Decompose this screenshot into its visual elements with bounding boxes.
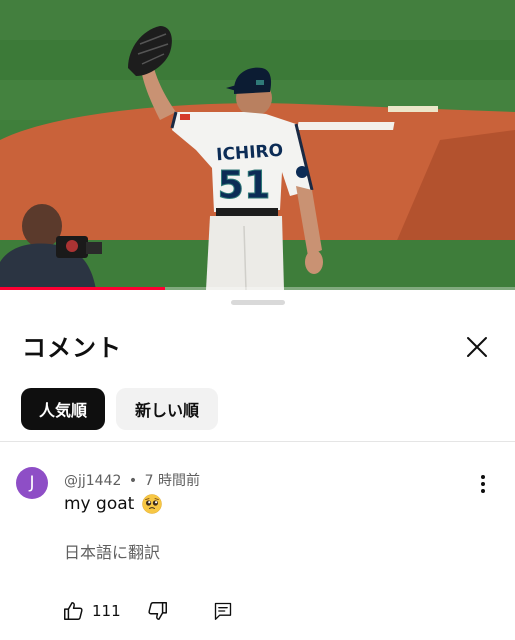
pleading-face-emoji-icon [142, 494, 163, 514]
meta-separator: • [128, 473, 138, 489]
jersey-number: 51 [218, 163, 271, 207]
sort-chip-top[interactable]: 人気順 [21, 388, 105, 430]
comment-body: my goat [64, 494, 163, 514]
like-count: 111 [92, 602, 121, 620]
thumb-up-icon [64, 602, 83, 620]
comment-actions: 111 [62, 598, 233, 624]
close-icon [467, 337, 487, 357]
translate-link[interactable]: 日本語に翻訳 [64, 539, 160, 563]
comments-title: コメント [22, 334, 122, 362]
comment-more-button[interactable] [472, 473, 494, 495]
video-player[interactable]: ICHIRO 51 [0, 0, 515, 290]
reply-icon [214, 602, 231, 620]
like-button[interactable]: 111 [62, 600, 121, 622]
sort-chip-newest[interactable]: 新しい順 [116, 388, 218, 430]
comments-sheet: コメント 人気順 新しい順 J @jj1442 • 7 時間前 my goat [0, 290, 515, 640]
video-frame: ICHIRO 51 [0, 0, 515, 290]
divider [0, 441, 515, 442]
drag-handle[interactable] [231, 300, 285, 305]
more-vert-icon [481, 475, 485, 493]
avatar[interactable]: J [16, 467, 48, 499]
reply-button[interactable] [213, 601, 233, 621]
comment-text: my goat [64, 494, 135, 514]
comment-time: 7 時間前 [144, 473, 200, 489]
comment-meta: @jj1442 • 7 時間前 [64, 470, 200, 490]
thumb-down-icon [148, 602, 167, 620]
dislike-button[interactable] [147, 600, 169, 622]
comment-author[interactable]: @jj1442 [64, 473, 121, 489]
close-button[interactable] [460, 330, 494, 364]
